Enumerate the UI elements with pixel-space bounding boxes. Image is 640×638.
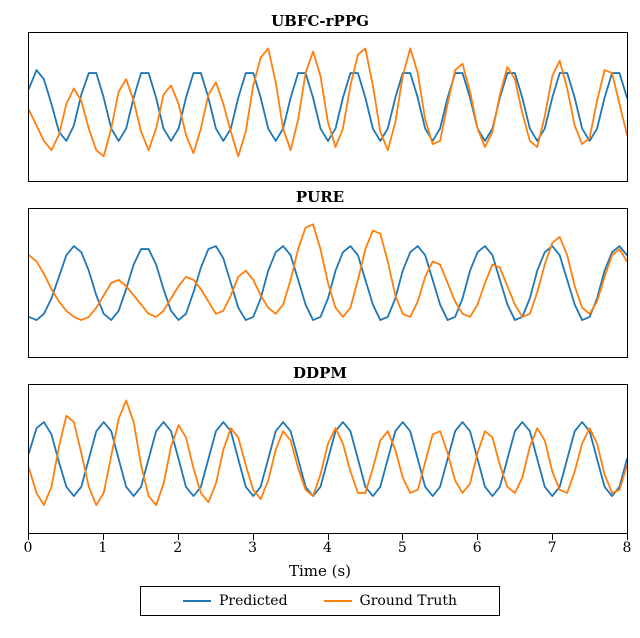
x-tick-label: 6 <box>473 540 482 556</box>
x-tick-label: 5 <box>398 540 407 556</box>
x-axis-label: Time (s) <box>8 562 632 580</box>
x-tick-label: 8 <box>623 540 632 556</box>
legend-label-predicted: Predicted <box>219 593 288 609</box>
legend: Predicted Ground Truth <box>140 586 500 616</box>
legend-swatch-predicted <box>183 600 211 602</box>
legend-swatch-ground-truth <box>324 600 352 602</box>
legend-item-ground-truth: Ground Truth <box>324 593 457 609</box>
legend-item-predicted: Predicted <box>183 593 288 609</box>
x-tick-label: 7 <box>548 540 557 556</box>
chart-panel-ddpm <box>28 384 628 534</box>
chart-panel-pure <box>28 208 628 358</box>
panel-title-2: PURE <box>8 188 632 206</box>
x-tick-label: 0 <box>24 540 33 556</box>
x-tick-label: 2 <box>173 540 182 556</box>
x-tick-label: 1 <box>98 540 107 556</box>
chart-panel-ubfc <box>28 32 628 182</box>
panel-title-1: UBFC-rPPG <box>8 12 632 30</box>
x-axis: 012345678 <box>28 534 628 564</box>
x-tick-label: 3 <box>248 540 257 556</box>
figure: UBFC-rPPG PURE DDPM 0 1 2 3 4 5 6 7 8 Time (s) P… <box>8 12 632 616</box>
legend-label-ground-truth: Ground Truth <box>360 593 457 609</box>
panel-title-3: DDPM <box>8 364 632 382</box>
x-tick-label: 4 <box>323 540 332 556</box>
